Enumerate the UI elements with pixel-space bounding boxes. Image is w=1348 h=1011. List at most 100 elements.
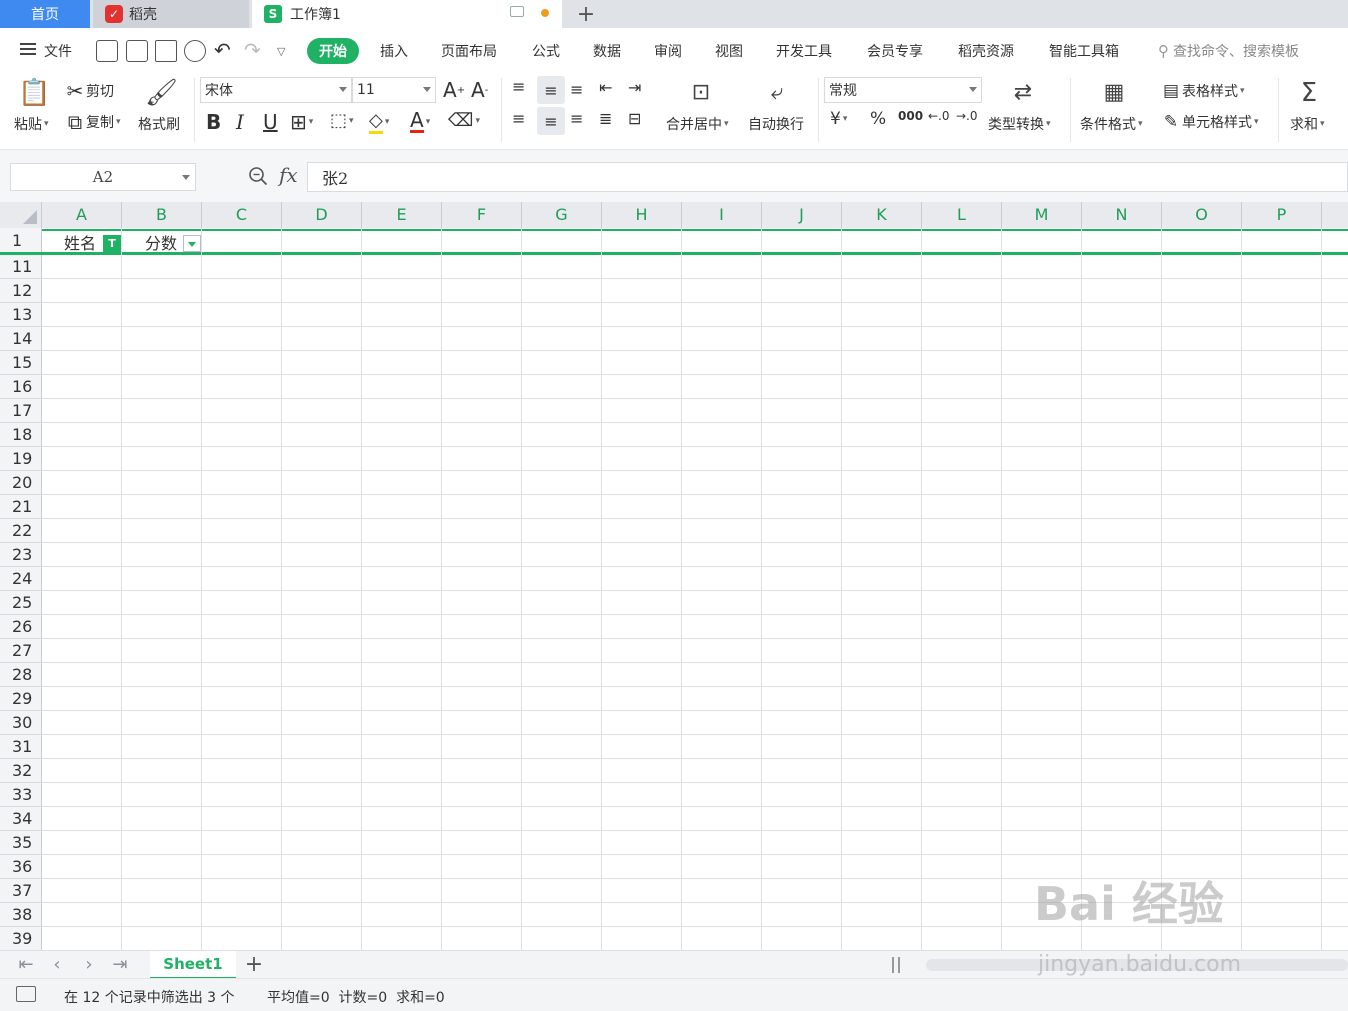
row-header[interactable]: 29 xyxy=(0,687,42,711)
conditional-format-button[interactable]: 条件格式 ▾ xyxy=(1080,114,1143,134)
fill-pattern-icon[interactable]: ⬚ ▾ xyxy=(330,110,354,131)
column-header[interactable]: N xyxy=(1082,202,1162,228)
column-header[interactable]: H xyxy=(602,202,682,228)
underline-button[interactable]: U xyxy=(263,110,278,134)
menu-tab-data[interactable]: 数据 xyxy=(593,38,621,64)
add-sheet-button[interactable]: + xyxy=(242,952,266,978)
column-header[interactable]: I xyxy=(682,202,762,228)
number-format-select[interactable]: 常规 xyxy=(824,77,982,103)
quick-access-more-icon[interactable]: ▽ xyxy=(277,38,285,64)
select-all-corner[interactable] xyxy=(0,202,42,228)
wrap-text-icon[interactable]: ⤶ xyxy=(762,78,792,108)
align-left-icon[interactable]: ≡ xyxy=(512,109,525,128)
eraser-icon[interactable]: ⌫ ▾ xyxy=(448,110,480,131)
row-header[interactable]: 18 xyxy=(0,423,42,447)
row-header[interactable]: 13 xyxy=(0,303,42,327)
menu-tab-smart-toolbox[interactable]: 智能工具箱 xyxy=(1049,38,1119,64)
row-header[interactable]: 31 xyxy=(0,735,42,759)
menu-file[interactable]: 文件 xyxy=(44,38,72,64)
cell-style-button[interactable]: ✎ 单元格样式 ▾ xyxy=(1160,111,1259,133)
paste-icon[interactable]: 📋 xyxy=(18,78,50,108)
type-convert-icon[interactable]: ⇄ xyxy=(1008,78,1038,108)
row-header[interactable]: 30 xyxy=(0,711,42,735)
print-preview-icon[interactable] xyxy=(184,40,206,62)
font-color-button[interactable]: A ▾ xyxy=(410,110,430,133)
row-header[interactable]: 1 xyxy=(0,228,42,254)
row-header[interactable]: 33 xyxy=(0,783,42,807)
column-header[interactable]: D xyxy=(282,202,362,228)
sum-button[interactable]: 求和 ▾ xyxy=(1290,114,1325,134)
redo-icon[interactable]: ↷ xyxy=(244,37,261,63)
row-header[interactable]: 15 xyxy=(0,351,42,375)
menu-tab-formula[interactable]: 公式 xyxy=(532,38,560,64)
italic-button[interactable]: I xyxy=(236,110,244,134)
column-header[interactable]: O xyxy=(1162,202,1242,228)
cell-a1[interactable]: 姓名 xyxy=(64,231,96,253)
table-style-button[interactable]: ▤ 表格样式 ▾ xyxy=(1160,80,1245,102)
column-header[interactable]: B xyxy=(122,202,202,228)
copy-button[interactable]: ⧉ 复制 ▾ xyxy=(64,111,121,133)
bold-button[interactable]: B xyxy=(206,110,221,134)
row-header[interactable]: 24 xyxy=(0,567,42,591)
row-header[interactable]: 37 xyxy=(0,879,42,903)
conditional-format-icon[interactable]: ▦ xyxy=(1099,78,1129,108)
row-header[interactable]: 19 xyxy=(0,447,42,471)
screen-icon[interactable] xyxy=(510,6,524,17)
menu-tab-review[interactable]: 审阅 xyxy=(654,38,682,64)
tab-workbook[interactable]: S 工作簿1 xyxy=(252,0,562,28)
increase-indent-icon[interactable]: ⇥ xyxy=(628,78,641,97)
menu-tab-member[interactable]: 会员专享 xyxy=(867,38,923,64)
row-header[interactable]: 23 xyxy=(0,543,42,567)
row-header[interactable]: 38 xyxy=(0,903,42,927)
menu-tab-view[interactable]: 视图 xyxy=(715,38,743,64)
undo-icon[interactable]: ↶ xyxy=(214,37,231,63)
export-pdf-icon[interactable] xyxy=(126,40,148,62)
align-bottom-icon[interactable]: ≡ xyxy=(570,80,583,99)
row-header[interactable]: 22 xyxy=(0,519,42,543)
menu-tab-docer-resources[interactable]: 稻壳资源 xyxy=(958,38,1014,64)
row-header[interactable]: 36 xyxy=(0,855,42,879)
row-header[interactable]: 11 xyxy=(0,255,42,279)
column-header[interactable]: F xyxy=(442,202,522,228)
merge-center-button[interactable]: 合并居中 ▾ xyxy=(666,114,729,134)
status-mode-icon[interactable] xyxy=(16,986,36,1002)
column-header[interactable]: L xyxy=(922,202,1002,228)
column-header[interactable]: E xyxy=(362,202,442,228)
row-header[interactable]: 25 xyxy=(0,591,42,615)
row-header[interactable]: 17 xyxy=(0,399,42,423)
scroll-split-handle[interactable] xyxy=(892,957,900,973)
font-size-select[interactable]: 11 xyxy=(352,77,436,103)
border-icon[interactable]: ⊞ ▾ xyxy=(290,110,313,134)
row-header[interactable]: 27 xyxy=(0,639,42,663)
column-header[interactable]: M xyxy=(1002,202,1082,228)
column-header[interactable]: J xyxy=(762,202,842,228)
row-header[interactable]: 14 xyxy=(0,327,42,351)
row-header[interactable]: 34 xyxy=(0,807,42,831)
align-center-icon[interactable]: ≡ xyxy=(537,107,565,135)
row-header[interactable]: 20 xyxy=(0,471,42,495)
row-header[interactable]: 16 xyxy=(0,375,42,399)
menu-tab-page-layout[interactable]: 页面布局 xyxy=(441,38,497,64)
sheet-tab-sheet1[interactable]: Sheet1 xyxy=(150,951,236,979)
cell-b1[interactable]: 分数 xyxy=(145,231,177,253)
type-convert-button[interactable]: 类型转换 ▾ xyxy=(988,114,1051,134)
column-header[interactable]: C xyxy=(202,202,282,228)
menu-tab-insert[interactable]: 插入 xyxy=(380,38,408,64)
sum-icon[interactable]: Σ xyxy=(1294,78,1324,108)
spreadsheet-grid[interactable]: ABCDEFGHIJKLMNOP 1 姓名 T 分数 11 12 13 14 15 16 1… xyxy=(0,202,1348,950)
cut-button[interactable]: ✂ 剪切 xyxy=(64,80,114,102)
formula-input[interactable]: 张2 xyxy=(307,162,1348,192)
decrease-decimal-icon[interactable]: →.0 xyxy=(956,109,978,123)
first-sheet-icon[interactable]: ⇤ xyxy=(14,953,38,977)
filter-dropdown-icon[interactable] xyxy=(183,235,201,252)
prev-sheet-icon[interactable]: ‹ xyxy=(45,953,69,977)
merge-center-icon[interactable]: ⊡ xyxy=(686,78,716,108)
format-painter-button[interactable]: 格式刷 xyxy=(138,114,180,134)
row-header[interactable]: 39 xyxy=(0,927,42,950)
column-header[interactable]: G xyxy=(522,202,602,228)
currency-button[interactable]: ¥ ▾ xyxy=(830,109,847,129)
menu-tab-start[interactable]: 开始 xyxy=(307,38,359,64)
tab-home[interactable]: 首页 xyxy=(0,0,90,28)
wrap-text-button[interactable]: 自动换行 xyxy=(748,114,804,134)
row-header[interactable]: 26 xyxy=(0,615,42,639)
